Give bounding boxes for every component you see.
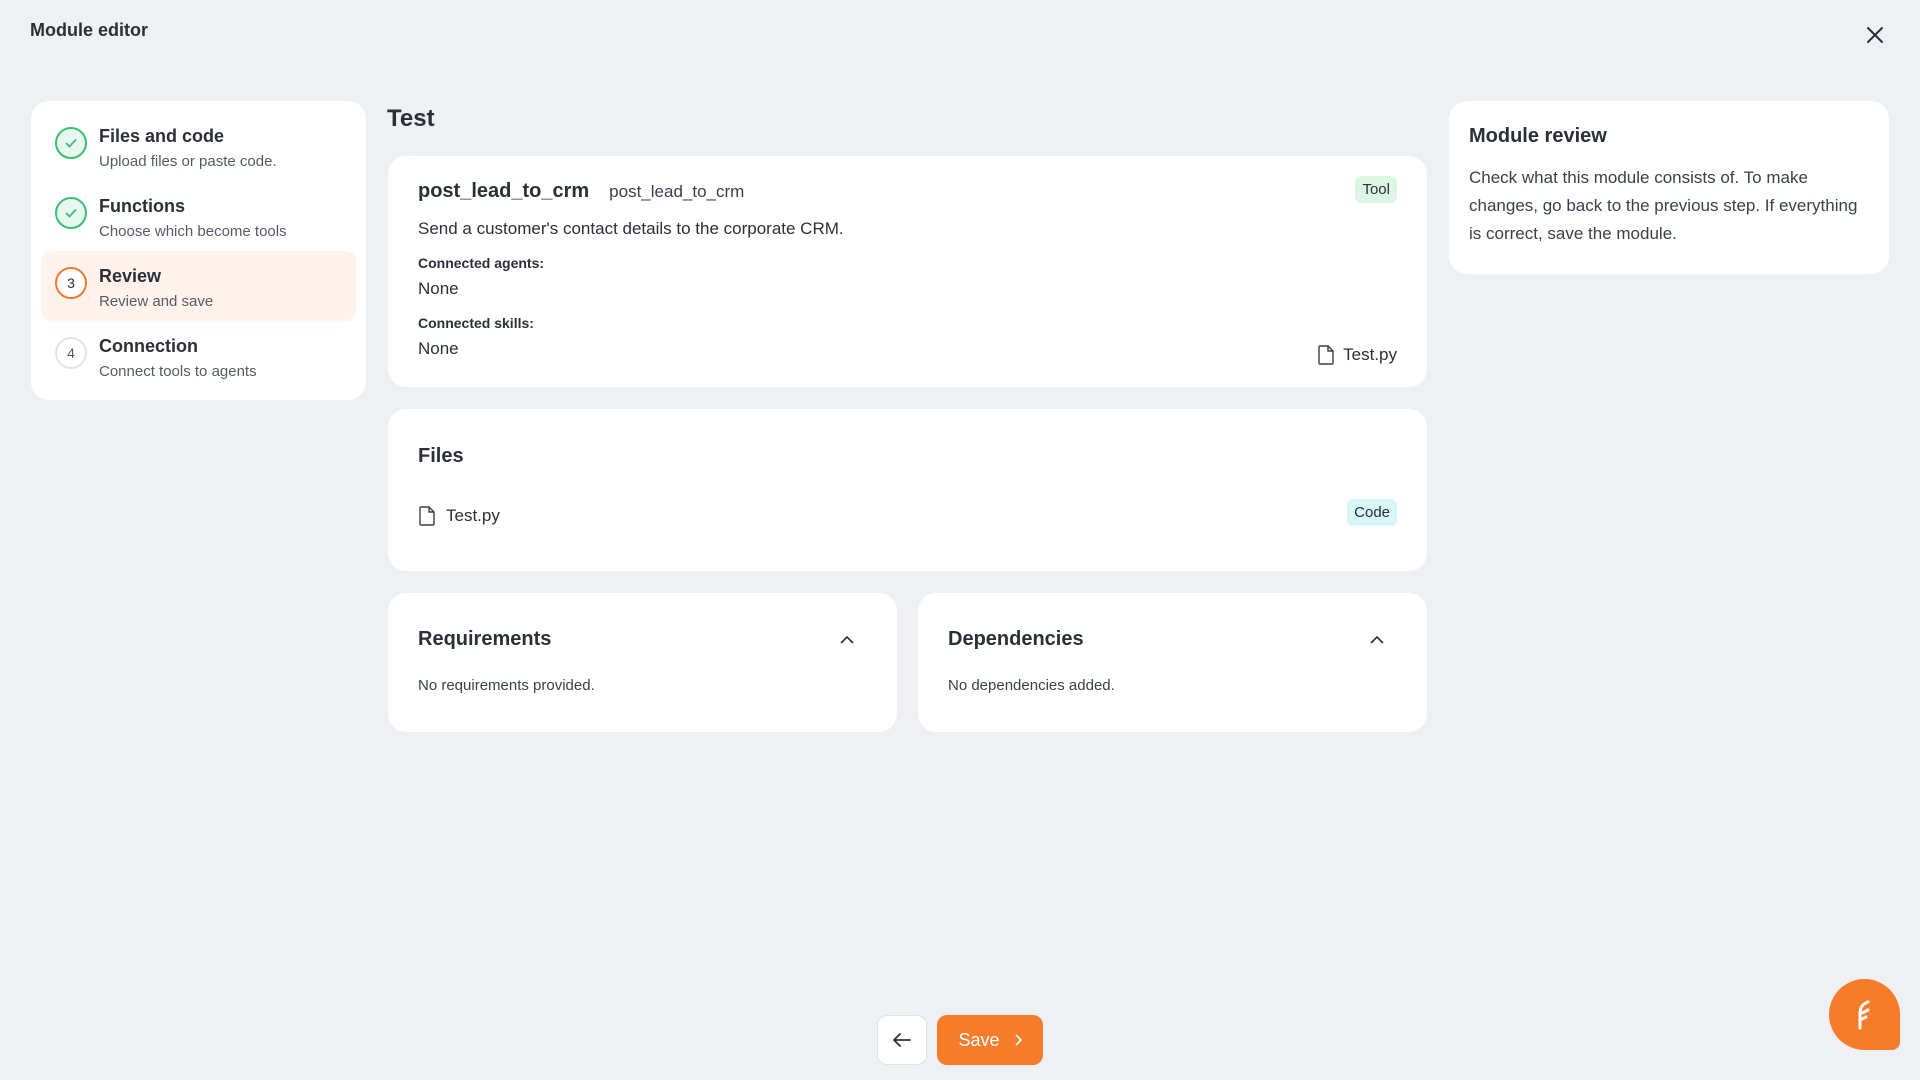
steps-panel: Files and code Upload files or paste cod… <box>31 101 366 400</box>
check-icon <box>55 127 87 159</box>
tool-name: post_lead_to_crm <box>418 180 590 202</box>
connected-agents-label: Connected agents: <box>418 255 545 271</box>
step-review[interactable]: 3 Review Review and save <box>41 251 356 321</box>
step-number: 3 <box>55 267 87 299</box>
chevron-up-icon <box>1370 635 1384 644</box>
close-button[interactable] <box>1860 20 1890 50</box>
save-label: Save <box>958 1029 1000 1050</box>
tool-badge: Tool <box>1355 176 1397 203</box>
step-connection[interactable]: 4 Connection Connect tools to agents <box>41 321 356 391</box>
arrow-left-icon <box>893 1033 911 1047</box>
chat-icon <box>1858 1000 1869 1029</box>
requirements-title: Requirements <box>418 627 552 650</box>
dependencies-title: Dependencies <box>948 627 1084 650</box>
requirements-collapse-button[interactable] <box>835 627 859 651</box>
step-title: Files and code <box>99 126 225 146</box>
connected-skills-label: Connected skills: <box>418 315 534 331</box>
check-icon <box>55 197 87 229</box>
files-title: Files <box>418 445 464 467</box>
review-title: Module review <box>1469 125 1607 147</box>
save-button[interactable]: Save <box>937 1015 1043 1065</box>
tool-file-name: Test.py <box>1343 345 1397 364</box>
step-title: Functions <box>99 196 185 216</box>
file-row[interactable]: Test.py <box>418 506 1397 526</box>
connected-agents-value: None <box>418 279 459 298</box>
step-subtitle: Choose which become tools <box>99 223 287 240</box>
module-review-card: Module review Check what this module con… <box>1449 101 1889 274</box>
chat-button[interactable] <box>1829 979 1900 1050</box>
step-subtitle: Connect tools to agents <box>99 363 257 380</box>
step-number: 4 <box>55 337 87 369</box>
file-badge: Code <box>1347 499 1397 526</box>
step-title: Connection <box>99 336 198 356</box>
review-text: Check what this module consists of. To m… <box>1469 168 1858 243</box>
connected-skills-value: None <box>418 339 459 358</box>
step-functions[interactable]: Functions Choose which become tools <box>41 181 356 251</box>
step-subtitle: Upload files or paste code. <box>99 153 277 170</box>
step-title: Review <box>99 266 162 286</box>
step-subtitle: Review and save <box>99 293 214 310</box>
dependencies-body: No dependencies added. <box>948 677 1115 694</box>
page-header-title: Module editor <box>30 20 148 40</box>
close-icon <box>1867 27 1883 43</box>
file-name: Test.py <box>446 506 500 525</box>
chevron-up-icon <box>840 635 854 644</box>
file-icon <box>1318 345 1334 365</box>
requirements-body: No requirements provided. <box>418 677 595 694</box>
tool-description: Send a customer's contact details to the… <box>418 219 844 238</box>
back-button[interactable] <box>877 1015 927 1065</box>
tool-id: post_lead_to_crm <box>609 182 745 201</box>
files-card: Files Test.py Code <box>388 409 1427 571</box>
file-icon <box>419 506 435 526</box>
chevron-right-icon <box>1014 1034 1022 1046</box>
tool-card: post_lead_to_crm post_lead_to_crm Tool S… <box>388 156 1427 387</box>
page-title: Test <box>387 105 435 132</box>
requirements-card: Requirements No requirements provided. <box>388 593 897 732</box>
step-files-and-code[interactable]: Files and code Upload files or paste cod… <box>41 111 356 181</box>
tool-file-link[interactable]: Test.py <box>1317 345 1397 365</box>
dependencies-card: Dependencies No dependencies added. <box>918 593 1427 732</box>
dependencies-collapse-button[interactable] <box>1365 627 1389 651</box>
